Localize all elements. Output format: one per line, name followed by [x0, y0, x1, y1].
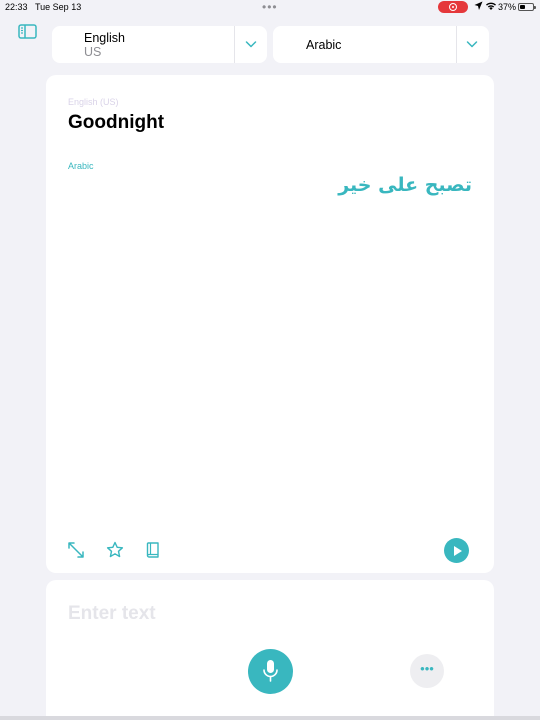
wifi-icon [486, 2, 496, 10]
source-language-selector[interactable]: English US [52, 26, 267, 63]
source-language-label: English (US) [68, 97, 119, 107]
source-language-name: English [84, 31, 125, 45]
battery-percent: 37% [498, 2, 517, 12]
divider [456, 26, 457, 63]
sidebar-icon[interactable] [18, 24, 37, 39]
translation-card: English (US) Goodnight Arabic تصبح على خ… [46, 75, 494, 573]
source-text[interactable]: Goodnight [68, 112, 164, 134]
status-time: 22:33 [5, 2, 28, 12]
location-icon [474, 1, 483, 10]
book-icon[interactable] [144, 541, 162, 559]
chevron-down-icon[interactable] [245, 39, 257, 49]
chevron-down-icon[interactable] [466, 39, 478, 49]
ellipsis-icon: ••• [420, 661, 434, 676]
target-language-label: Arabic [68, 161, 94, 171]
battery-icon [518, 3, 536, 11]
status-date: Tue Sep 13 [35, 2, 82, 12]
input-card[interactable]: Enter text ••• [46, 580, 494, 720]
star-icon[interactable] [106, 541, 124, 559]
status-bar: 22:33 Tue Sep 13 ••• 37% [0, 0, 540, 16]
target-language-name: Arabic [306, 38, 342, 52]
expand-icon[interactable] [67, 541, 85, 559]
translated-text[interactable]: تصبح على خير [338, 174, 472, 196]
microphone-icon [263, 660, 278, 682]
microphone-button[interactable] [248, 649, 293, 694]
multitasking-dots-icon[interactable]: ••• [262, 0, 278, 14]
source-language-region: US [84, 45, 102, 59]
home-indicator [0, 716, 540, 720]
divider [234, 26, 235, 63]
more-options-button[interactable]: ••• [410, 654, 444, 688]
text-input-placeholder[interactable]: Enter text [68, 603, 156, 625]
screen-recording-icon[interactable] [438, 1, 468, 13]
play-icon[interactable] [444, 538, 469, 563]
target-language-selector[interactable]: Arabic [273, 26, 489, 63]
